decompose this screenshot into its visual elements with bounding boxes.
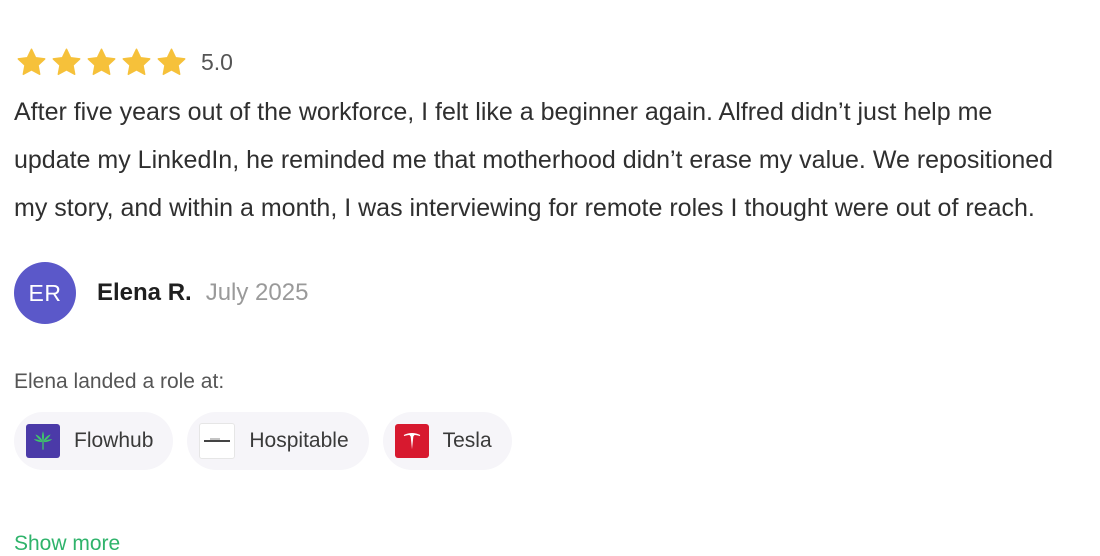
star-icon (121, 47, 152, 78)
company-chip-tesla: Tesla (382, 412, 512, 470)
star-rating (16, 47, 187, 78)
hospitable-wordmark-icon (199, 423, 236, 459)
star-icon (51, 47, 82, 78)
star-icon (16, 47, 47, 78)
star-icon (86, 47, 117, 78)
company-chip-flowhub: Flowhub (14, 412, 174, 470)
review-card: 5.0 After five years out of the workforc… (14, 44, 1084, 470)
cannabis-leaf-icon (26, 424, 60, 458)
tesla-t-icon (394, 424, 429, 458)
avatar: ER (14, 262, 76, 324)
company-name: Flowhub (74, 429, 154, 452)
rating-row: 5.0 (16, 44, 1084, 80)
company-list: Flowhub Hospitable Tesla (14, 412, 1084, 470)
author-name: Elena R. (97, 279, 192, 306)
review-date: July 2025 (205, 279, 309, 306)
show-more-link[interactable]: Show more (14, 532, 120, 556)
author-row: ER Elena R. July 2025 (14, 262, 1084, 324)
company-name: Hospitable (249, 429, 349, 452)
company-chip-hospitable: Hospitable (187, 412, 369, 470)
review-text: After five years out of the workforce, I… (14, 98, 1054, 222)
company-name: Tesla (442, 429, 492, 452)
rating-value: 5.0 (201, 48, 233, 75)
landed-role-label: Elena landed a role at: (14, 370, 225, 393)
star-icon (156, 47, 187, 78)
